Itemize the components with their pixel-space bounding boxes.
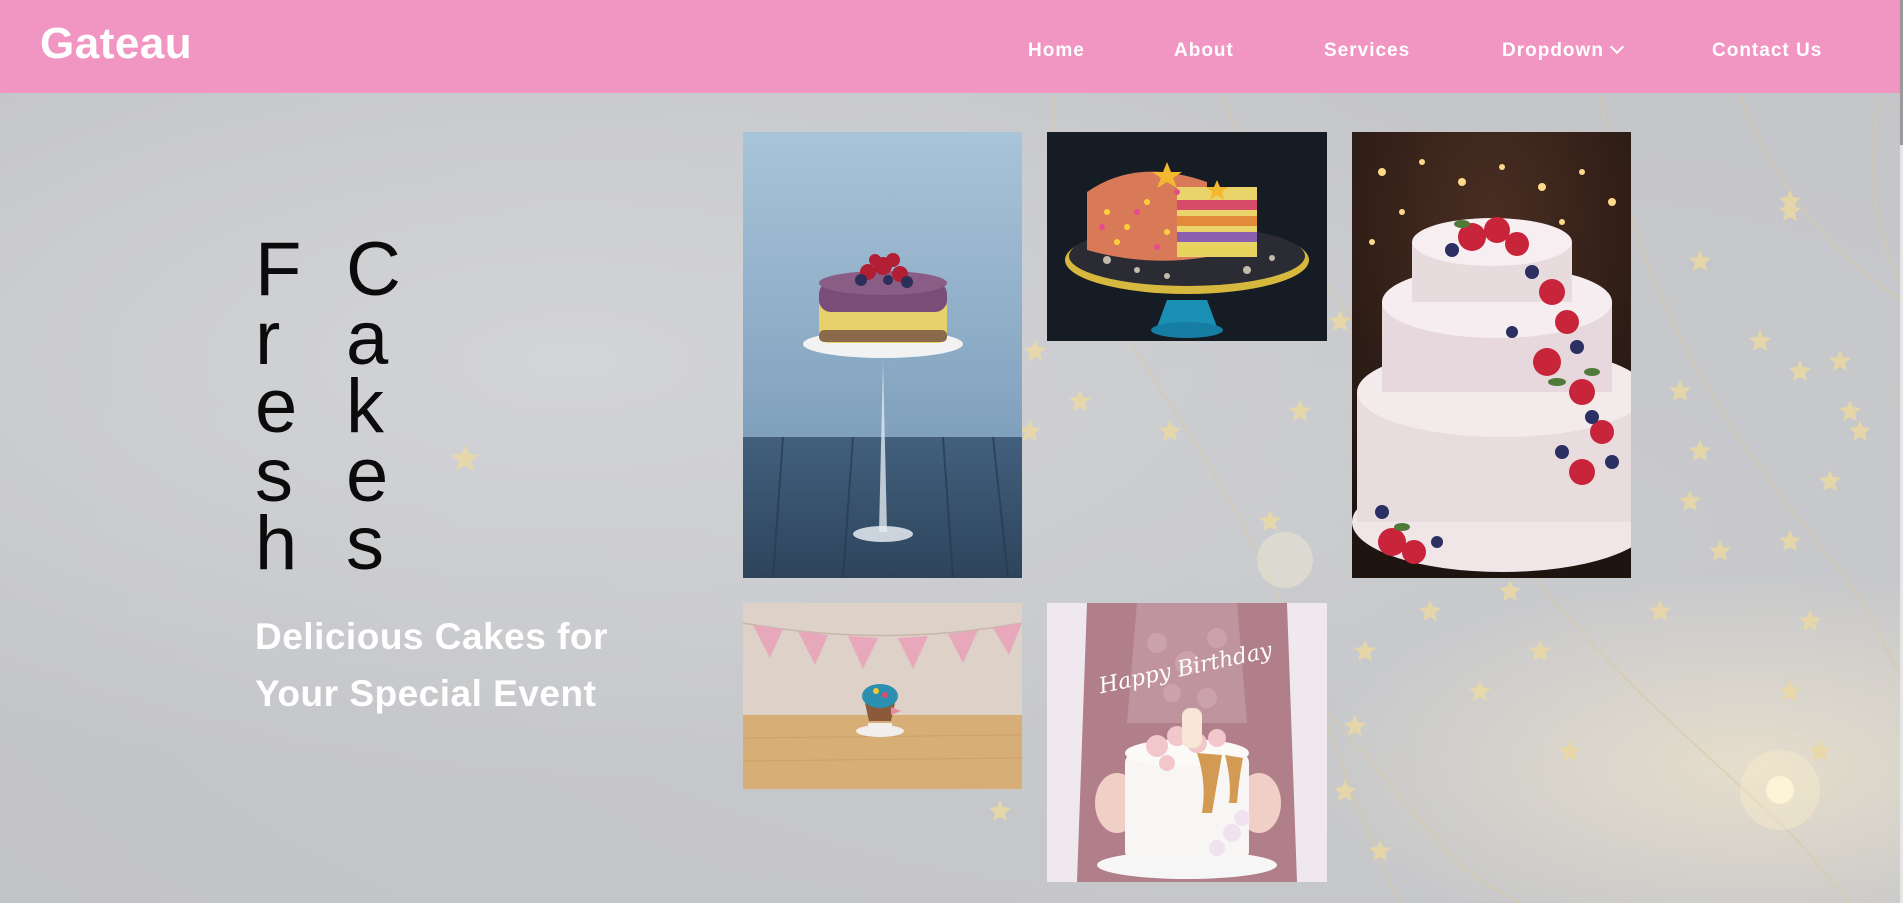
hero-subtitle: Delicious Cakes for Your Special Event (255, 608, 675, 722)
hero-letter: s (346, 501, 384, 586)
gallery-image-sprinkle-layer-cake[interactable] (1047, 132, 1327, 341)
nav-home[interactable]: Home (1028, 40, 1085, 62)
hero-word-cakes: C a k e s (346, 227, 401, 586)
hero-letter: C (346, 227, 401, 312)
gallery-image-cupcake-with-bunting[interactable] (743, 603, 1022, 789)
hero-letter: F (255, 227, 302, 312)
nav-dropdown[interactable]: Dropdown (1502, 39, 1625, 62)
site-header: Gateau Home About Services Dropdown Cont… (0, 0, 1903, 93)
gallery-image-happy-birthday-cake[interactable]: Happy Birthday (1047, 603, 1327, 882)
hero-letter: k (346, 364, 384, 449)
gallery-image-cake-on-glass-stand[interactable] (743, 132, 1022, 578)
hero-letter: a (346, 295, 389, 381)
nav-services[interactable]: Services (1324, 40, 1410, 62)
chevron-down-icon (1609, 39, 1625, 55)
sprinkle-layer-cake-image (1047, 132, 1327, 341)
hero-letter: e (255, 364, 298, 449)
gallery-image-berry-wedding-cake[interactable] (1352, 132, 1631, 578)
cupcake-with-bunting-image (743, 603, 1022, 789)
hero-letter: h (255, 501, 298, 586)
hero-letter: s (255, 432, 293, 518)
main-nav: Home About Services Dropdown Contact Us (0, 0, 1903, 93)
happy-birthday-cake-image: Happy Birthday (1047, 603, 1327, 882)
cake-on-glass-stand-image (743, 132, 1022, 578)
hero-letter: r (255, 295, 281, 381)
hero-word-fresh: F r e s h (255, 227, 302, 586)
nav-contact-us[interactable]: Contact Us (1712, 40, 1822, 62)
hero-letter: e (346, 432, 389, 518)
nav-dropdown-label: Dropdown (1502, 40, 1604, 61)
berry-wedding-cake-image (1352, 132, 1631, 578)
hero-subtitle-line2: Your Special Event (255, 673, 597, 714)
nav-about[interactable]: About (1174, 40, 1234, 62)
hero-subtitle-line1: Delicious Cakes for (255, 616, 608, 657)
